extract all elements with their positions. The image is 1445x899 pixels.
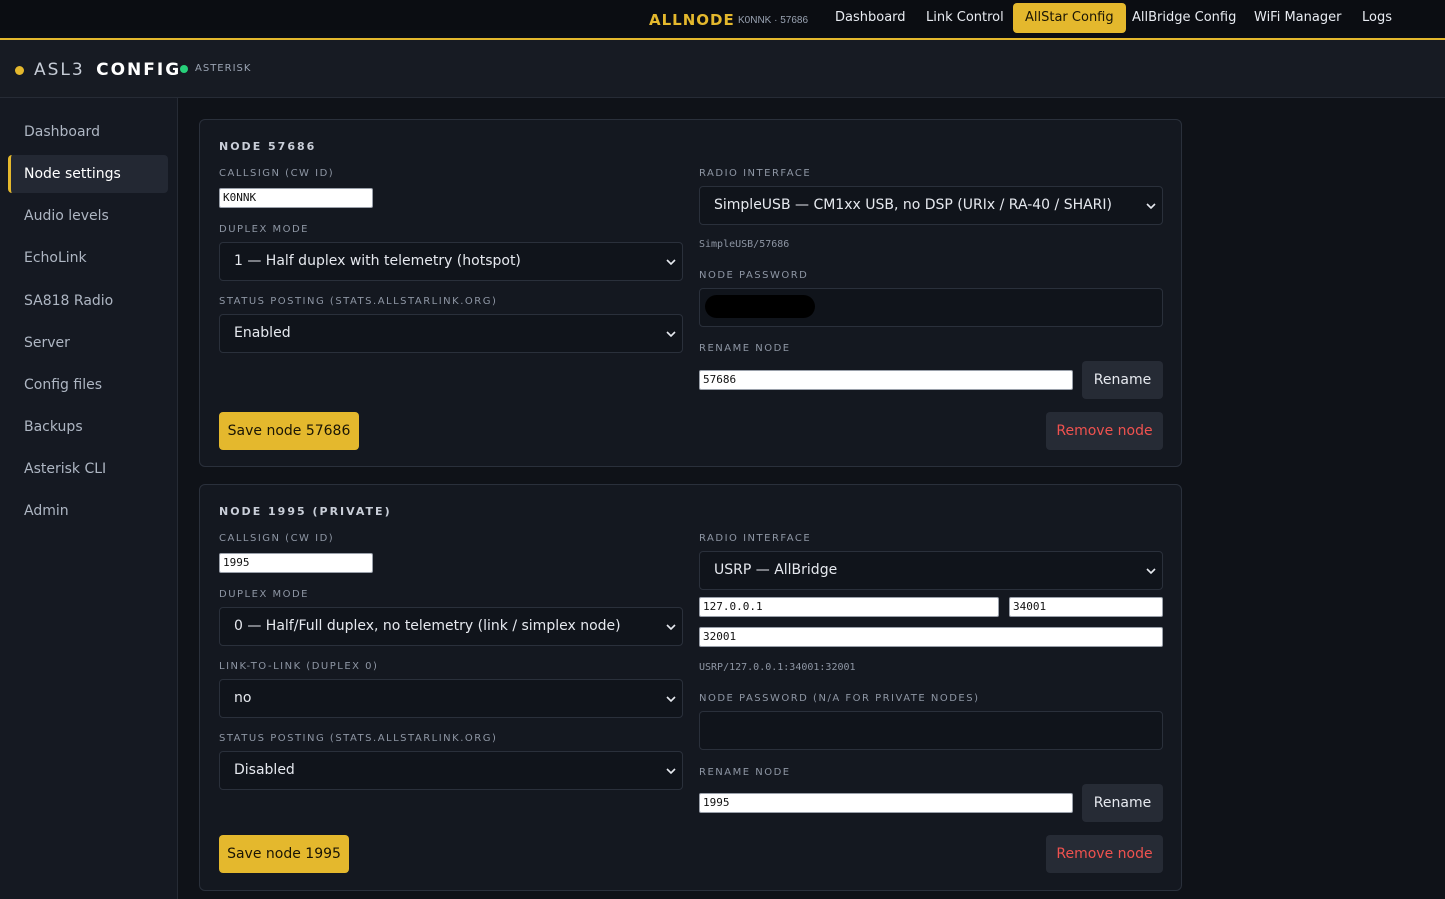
password-mask — [705, 295, 815, 318]
remove-node-button[interactable]: Remove node — [1046, 412, 1163, 450]
status-posting-label: STATUS POSTING (STATS.ALLSTARLINK.ORG) — [219, 296, 498, 307]
sidebar-item-server[interactable]: Server — [8, 324, 168, 362]
nav-allstar-config[interactable]: AllStar Config — [1013, 3, 1126, 33]
chevron-down-icon — [1146, 187, 1156, 224]
save-node-button[interactable]: Save node 1995 — [219, 835, 349, 873]
rename-node-label: RENAME NODE — [699, 767, 791, 778]
node-card-title: NODE 1995 (PRIVATE) — [219, 505, 392, 518]
radio-interface-value: SimpleUSB — CM1xx USB, no DSP (URIx / RA… — [714, 197, 1113, 213]
duplex-label: DUPLEX MODE — [219, 224, 309, 235]
rename-node-label: RENAME NODE — [699, 343, 791, 354]
radio-interface-select[interactable]: SimpleUSB — CM1xx USB, no DSP (URIx / RA… — [699, 186, 1163, 225]
duplex-label: DUPLEX MODE — [219, 589, 309, 600]
nav-wifi-manager[interactable]: WiFi Manager — [1242, 3, 1353, 33]
radio-interface-label: RADIO INTERFACE — [699, 533, 812, 544]
usrp-rxport-input[interactable]: 32001 — [699, 627, 1163, 647]
chevron-down-icon — [666, 680, 676, 717]
node-card-title: NODE 57686 — [219, 140, 317, 153]
link-to-link-select[interactable]: no — [219, 679, 683, 718]
status-indicator-icon — [180, 65, 188, 73]
brand-node-id: K0NNK · 57686 — [738, 15, 809, 26]
duplex-select[interactable]: 0 — Half/Full duplex, no telemetry (link… — [219, 607, 683, 646]
sidebar-item-asterisk-cli[interactable]: Asterisk CLI — [8, 450, 168, 488]
callsign-label: CALLSIGN (CW ID) — [219, 168, 335, 179]
nav-allbridge-config[interactable]: AllBridge Config — [1120, 3, 1248, 33]
node-card: NODE 57686 CALLSIGN (CW ID) K0NNK DUPLEX… — [199, 119, 1182, 467]
rename-node-input[interactable]: 57686 — [699, 370, 1073, 390]
chevron-down-icon — [666, 315, 676, 352]
nav-logs[interactable]: Logs — [1350, 3, 1404, 33]
callsign-input[interactable]: 1995 — [219, 553, 373, 573]
status-posting-label: STATUS POSTING (STATS.ALLSTARLINK.ORG) — [219, 733, 498, 744]
chevron-down-icon — [666, 243, 676, 280]
page-title-bold: CONFIG — [96, 60, 182, 80]
callsign-input[interactable]: K0NNK — [219, 188, 373, 208]
chevron-down-icon — [666, 752, 676, 789]
chevron-down-icon — [666, 608, 676, 645]
channel-string: USRP/127.0.0.1:34001:32001 — [699, 662, 856, 673]
node-password-input[interactable] — [699, 288, 1163, 327]
duplex-select-value: 0 — Half/Full duplex, no telemetry (link… — [234, 618, 621, 634]
duplex-select-value: 1 — Half duplex with telemetry (hotspot) — [234, 253, 521, 269]
rename-button[interactable]: Rename — [1082, 361, 1163, 399]
top-nav: ALLNODE K0NNK · 57686 Dashboard Link Con… — [0, 0, 1445, 40]
status-posting-value: Disabled — [234, 762, 295, 778]
radio-interface-label: RADIO INTERFACE — [699, 168, 812, 179]
sidebar-item-admin[interactable]: Admin — [8, 492, 168, 530]
page-header: ASL3 CONFIG ASTERISK — [0, 40, 1445, 98]
asterisk-status: ASTERISK — [195, 63, 252, 74]
radio-interface-select[interactable]: USRP — AllBridge — [699, 551, 1163, 590]
save-node-button[interactable]: Save node 57686 — [219, 412, 359, 450]
sidebar-item-dashboard[interactable]: Dashboard — [8, 113, 168, 151]
channel-string: SimpleUSB/57686 — [699, 239, 790, 250]
node-card: NODE 1995 (PRIVATE) CALLSIGN (CW ID) 199… — [199, 484, 1182, 891]
sidebar: Dashboard Node settings Audio levels Ech… — [0, 98, 178, 899]
sidebar-item-audio-levels[interactable]: Audio levels — [8, 197, 168, 235]
rename-node-input[interactable]: 1995 — [699, 793, 1073, 813]
link-to-link-label: LINK-TO-LINK (DUPLEX 0) — [219, 661, 379, 672]
callsign-label: CALLSIGN (CW ID) — [219, 533, 335, 544]
sidebar-item-echolink[interactable]: EchoLink — [8, 239, 168, 277]
sidebar-item-backups[interactable]: Backups — [8, 408, 168, 446]
status-posting-select[interactable]: Enabled — [219, 314, 683, 353]
rename-button[interactable]: Rename — [1082, 784, 1163, 822]
node-password-input[interactable] — [699, 711, 1163, 750]
duplex-select[interactable]: 1 — Half duplex with telemetry (hotspot) — [219, 242, 683, 281]
nav-dashboard[interactable]: Dashboard — [823, 3, 918, 33]
brand-logo[interactable]: ALLNODE — [649, 11, 735, 29]
radio-interface-value: USRP — AllBridge — [714, 562, 838, 578]
sidebar-item-sa818-radio[interactable]: SA818 Radio — [8, 282, 168, 320]
page-title: ASL3 CONFIG — [34, 60, 181, 80]
chevron-down-icon — [1146, 552, 1156, 589]
page-title-light: ASL3 — [34, 60, 85, 80]
status-posting-select[interactable]: Disabled — [219, 751, 683, 790]
usrp-host-input[interactable]: 127.0.0.1 — [699, 597, 999, 617]
link-to-link-value: no — [234, 690, 252, 706]
usrp-txport-input[interactable]: 34001 — [1009, 597, 1163, 617]
remove-node-button[interactable]: Remove node — [1046, 835, 1163, 873]
status-posting-value: Enabled — [234, 325, 291, 341]
node-password-label: NODE PASSWORD (N/A FOR PRIVATE NODES) — [699, 693, 980, 704]
sidebar-item-node-settings[interactable]: Node settings — [8, 155, 168, 193]
sidebar-item-config-files[interactable]: Config files — [8, 366, 168, 404]
brand-dot-icon — [15, 66, 24, 75]
nav-link-control[interactable]: Link Control — [914, 3, 1016, 33]
node-password-label: NODE PASSWORD — [699, 270, 809, 281]
